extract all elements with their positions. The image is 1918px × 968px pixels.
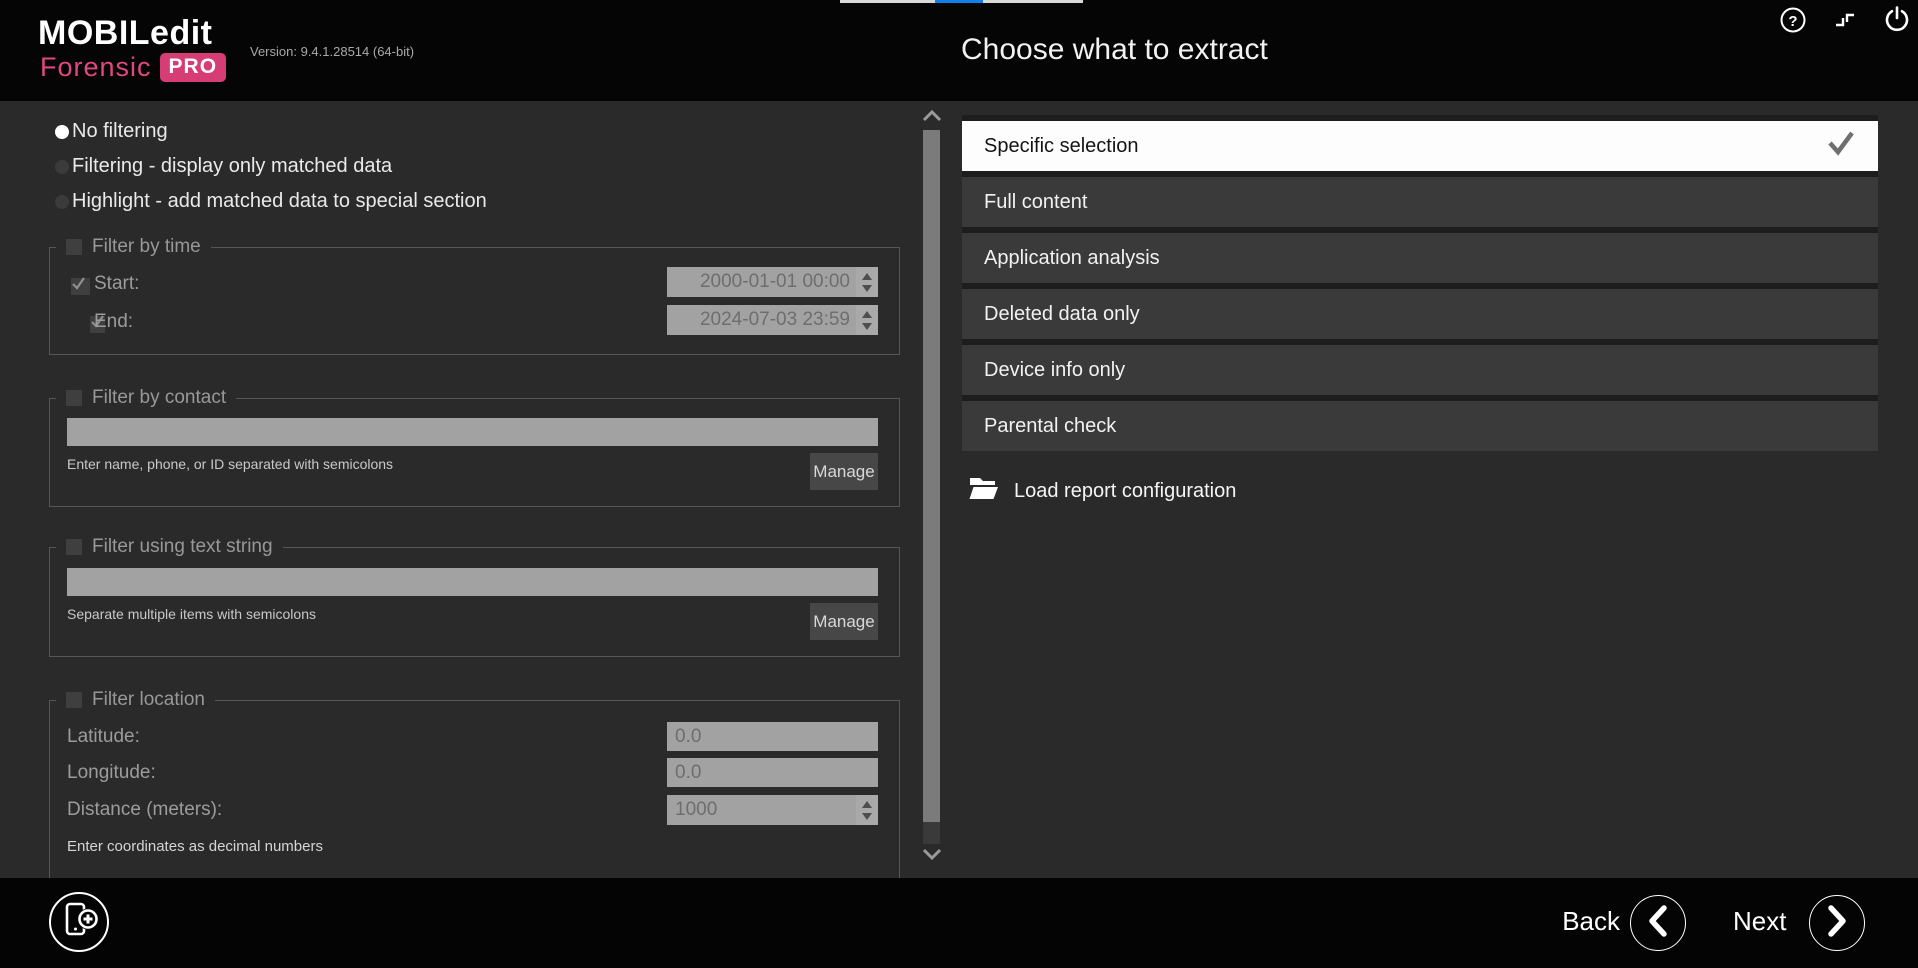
- power-icon[interactable]: [1882, 4, 1912, 34]
- spin-up-icon[interactable]: [862, 801, 872, 808]
- open-folder-icon: [968, 474, 1000, 508]
- chevron-up-icon[interactable]: [921, 108, 943, 124]
- spin-up-icon[interactable]: [862, 311, 872, 318]
- app-window: MOBILedit Forensic PRO Version: 9.4.1.28…: [0, 0, 1918, 968]
- option-parental-check[interactable]: Parental check: [962, 401, 1878, 451]
- start-datetime-spinner[interactable]: [856, 267, 878, 297]
- progress-bar-value: [935, 0, 983, 3]
- help-icon[interactable]: ?: [1779, 6, 1807, 34]
- option-device-info-only[interactable]: Device info only: [962, 345, 1878, 395]
- filter-by-time-group: [49, 247, 900, 355]
- spin-down-icon[interactable]: [862, 285, 872, 292]
- filter-location-legend: Filter location: [56, 689, 215, 711]
- add-phone-button[interactable]: [49, 892, 109, 952]
- filter-text-string-legend: Filter using text string: [56, 536, 283, 558]
- filter-by-contact-label: Filter by contact: [92, 387, 226, 409]
- page-title: Choose what to extract: [961, 33, 1268, 67]
- distance-label: Distance (meters):: [67, 799, 222, 821]
- filter-by-contact-group: [49, 398, 900, 507]
- chevron-right-icon: [1822, 903, 1852, 944]
- back-label: Back: [1540, 906, 1620, 937]
- chevron-down-icon[interactable]: [921, 846, 943, 862]
- radio-filtering-label: Filtering - display only matched data: [72, 155, 392, 178]
- start-label: Start:: [94, 273, 139, 295]
- option-application-analysis[interactable]: Application analysis: [962, 233, 1878, 283]
- contact-filter-input[interactable]: [67, 418, 878, 446]
- option-specific-selection[interactable]: Specific selection: [962, 121, 1878, 171]
- check-icon: [1826, 129, 1856, 163]
- chevron-left-icon: [1643, 903, 1673, 944]
- filter-text-string-group: [49, 547, 900, 657]
- end-label: End:: [94, 311, 133, 333]
- filter-location-label: Filter location: [92, 689, 205, 711]
- app-logo-title: MOBILedit: [38, 14, 212, 53]
- filter-by-time-checkbox[interactable]: [66, 239, 82, 255]
- latitude-input[interactable]: [667, 722, 878, 751]
- next-button[interactable]: [1809, 895, 1865, 951]
- add-phone-icon: [57, 898, 101, 947]
- option-deleted-data-only[interactable]: Deleted data only: [962, 289, 1878, 339]
- spin-down-icon[interactable]: [862, 323, 872, 330]
- filter-text-string-label: Filter using text string: [92, 536, 273, 558]
- option-label: Application analysis: [984, 247, 1160, 270]
- extract-options-list: Specific selection Full content Applicat…: [962, 115, 1878, 451]
- text-string-input[interactable]: [67, 568, 878, 596]
- radio-no-filtering-label: No filtering: [72, 120, 168, 143]
- end-datetime-input[interactable]: [667, 305, 856, 335]
- back-button[interactable]: [1630, 895, 1686, 951]
- logo-pro-badge: PRO: [160, 53, 227, 82]
- contact-filter-hint: Enter name, phone, or ID separated with …: [67, 456, 393, 472]
- longitude-label: Longitude:: [67, 762, 156, 784]
- option-label: Parental check: [984, 415, 1116, 438]
- app-logo-subtitle: Forensic PRO: [40, 52, 226, 83]
- location-hint: Enter coordinates as decimal numbers: [67, 838, 323, 855]
- spin-down-icon[interactable]: [862, 813, 872, 820]
- distance-spinner[interactable]: [856, 795, 878, 825]
- scrollbar-track[interactable]: [923, 822, 940, 844]
- radio-highlight-label: Highlight - add matched data to special …: [72, 190, 487, 213]
- version-text: Version: 9.4.1.28514 (64-bit): [250, 44, 414, 59]
- filter-by-contact-legend: Filter by contact: [56, 387, 236, 409]
- contact-manage-button[interactable]: Manage: [810, 453, 878, 490]
- load-report-configuration-label: Load report configuration: [1014, 480, 1236, 503]
- start-checkbox[interactable]: [71, 278, 90, 295]
- end-datetime-spinner[interactable]: [856, 305, 878, 335]
- filter-text-string-checkbox[interactable]: [66, 539, 82, 555]
- load-report-configuration[interactable]: Load report configuration: [968, 474, 1236, 508]
- option-label: Full content: [984, 191, 1087, 214]
- scrollbar-thumb[interactable]: [923, 130, 940, 822]
- filter-by-time-label: Filter by time: [92, 236, 201, 258]
- next-label: Next: [1733, 906, 1786, 937]
- longitude-input[interactable]: [667, 758, 878, 787]
- spin-up-icon[interactable]: [862, 273, 872, 280]
- distance-field: [667, 795, 878, 825]
- radio-no-filtering[interactable]: [55, 125, 69, 139]
- start-datetime-field: [667, 267, 878, 297]
- resize-window-icon[interactable]: [1831, 6, 1859, 34]
- latitude-label: Latitude:: [67, 726, 140, 748]
- logo-forensic-text: Forensic: [40, 52, 152, 83]
- svg-text:?: ?: [1788, 13, 1797, 30]
- text-string-hint: Separate multiple items with semicolons: [67, 606, 316, 622]
- filter-by-time-legend: Filter by time: [56, 236, 211, 258]
- filter-by-contact-checkbox[interactable]: [66, 390, 82, 406]
- filter-location-checkbox[interactable]: [66, 692, 82, 708]
- distance-input[interactable]: [667, 795, 856, 825]
- radio-filtering[interactable]: [55, 160, 69, 174]
- option-label: Device info only: [984, 359, 1125, 382]
- start-datetime-input[interactable]: [667, 267, 856, 297]
- option-label: Deleted data only: [984, 303, 1140, 326]
- option-full-content[interactable]: Full content: [962, 177, 1878, 227]
- text-string-manage-button[interactable]: Manage: [810, 603, 878, 640]
- end-datetime-field: [667, 305, 878, 335]
- option-label: Specific selection: [984, 135, 1139, 158]
- radio-highlight[interactable]: [55, 195, 69, 209]
